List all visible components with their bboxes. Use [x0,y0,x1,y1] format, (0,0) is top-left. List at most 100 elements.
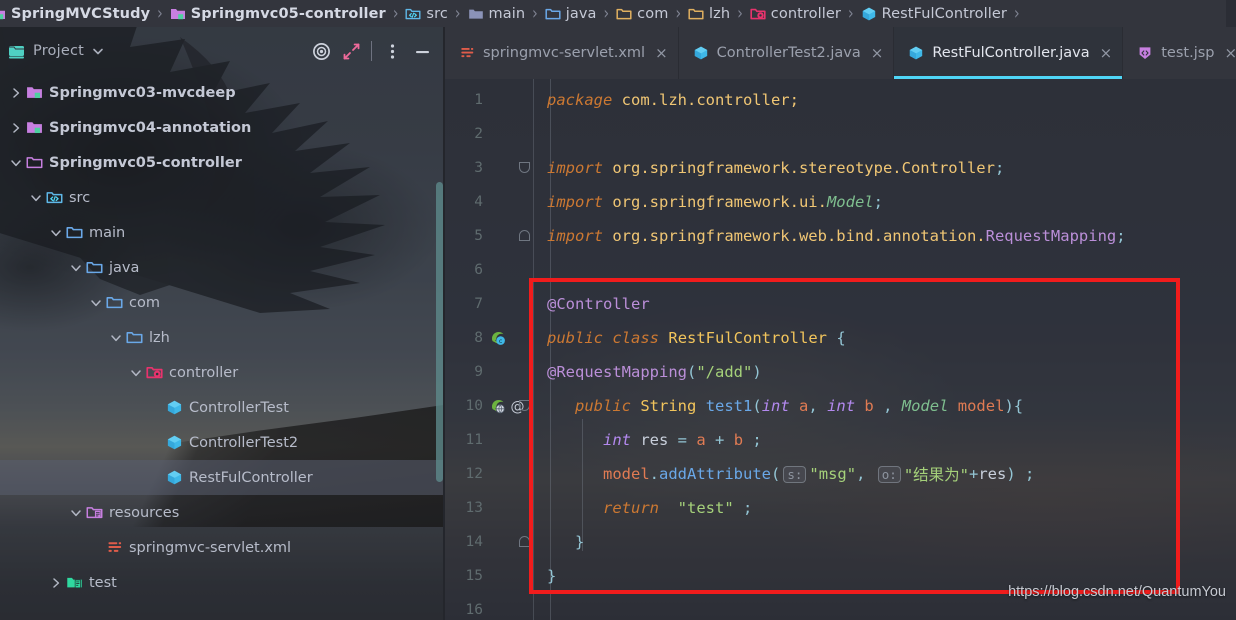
tree-item-src[interactable]: src [0,180,445,215]
code-editor[interactable]: 1 2 3 4 5 6 7 8 c 9 10 @11 12 13 14 15 16 package com.lz… [445,79,1236,620]
project-tree[interactable]: Springmvc03-mvcdeep Springmvc04-annotatio… [0,75,445,600]
chevron-right-icon[interactable] [9,86,23,100]
tree-toggle[interactable] [8,85,24,101]
tree-item-restfulcontroller[interactable]: RestFulController [0,460,445,495]
editor-tab-springmvc-servlet-xml[interactable]: springmvc-servlet.xml × [445,27,679,79]
tree-item-java[interactable]: java [0,250,445,285]
tree-item-resources[interactable]: resources [0,495,445,530]
tree-item-controller[interactable]: controller [0,355,445,390]
chevron-down-icon[interactable] [29,191,43,205]
code-token: String [640,397,697,415]
tree-item-lzh[interactable]: lzh [0,320,445,355]
tree-toggle[interactable] [48,575,64,591]
breadcrumb-item-main[interactable]: main [468,0,526,27]
code-line[interactable]: public class RestFulController { [547,321,846,355]
breadcrumb-item-lzh[interactable]: lzh [688,0,730,27]
tree-item-springmvc04-annotation[interactable]: Springmvc04-annotation [0,110,445,145]
tree-item-main[interactable]: main [0,215,445,250]
line-number: 4 [474,194,483,210]
project-tree-scrollbar[interactable] [436,182,443,482]
hide-panel-icon[interactable] [407,36,437,66]
code-line[interactable]: return "test" ; [603,491,752,525]
module-icon [27,122,42,134]
gutter-line[interactable]: 4 [445,185,533,219]
tree-item-controllertest2[interactable]: ControllerTest2 [0,425,445,460]
gutter-line[interactable]: 6 [445,253,533,287]
gutter-line[interactable]: 9 [445,355,533,389]
code-line[interactable]: } [547,559,556,593]
code-line[interactable]: import org.springframework.ui. Model; [547,185,883,219]
tree-toggle[interactable] [88,295,104,311]
breadcrumb-item-java[interactable]: java [545,0,597,27]
tree-item-test[interactable]: test [0,565,445,600]
code-line[interactable]: public String test1(int a, int b , Model… [575,389,1023,423]
tree-toggle[interactable] [28,190,44,206]
close-icon[interactable]: × [1098,45,1113,61]
code-line[interactable]: import org.springframework.stereotype. Co… [547,151,1004,185]
tree-toggle[interactable] [68,260,84,276]
breadcrumb-item-src[interactable]: src [405,0,448,27]
collapse-all-icon[interactable] [336,36,366,66]
breadcrumb-item-restfulcontroller[interactable]: RestFulController [861,0,1007,27]
tree-toggle[interactable] [8,120,24,136]
chevron-down-icon[interactable] [91,44,105,58]
tree-item-com[interactable]: com [0,285,445,320]
code-fold-marker[interactable] [519,162,530,173]
editor-tab-restfulcontroller-java[interactable]: RestFulController.java × [894,27,1124,79]
breadcrumb-item-springmvc05-controller[interactable]: Springmvc05-controller [170,0,386,27]
tree-toggle[interactable] [68,505,84,521]
chevron-down-icon[interactable] [9,156,23,170]
editor-tab-controllertest2-java[interactable]: ControllerTest2.java × [679,27,895,79]
breadcrumb-separator: › [737,3,743,24]
chevron-down-icon[interactable] [69,261,83,275]
tree-toggle[interactable] [128,365,144,381]
code-line[interactable]: int res = a + b ; [603,423,762,457]
code-fold-marker[interactable] [519,536,530,547]
code-line[interactable]: package com.lzh.controller; [547,83,799,117]
code-fold-marker[interactable] [519,230,530,241]
gutter-line[interactable]: 2 [445,117,533,151]
code-token: org.springframework.stereotype. [603,159,902,177]
chevron-right-icon[interactable] [49,576,63,590]
gutter-line[interactable]: 12 [445,457,533,491]
tree-item-controllertest[interactable]: ControllerTest [0,390,445,425]
gutter-icon-group[interactable]: c [489,330,506,347]
project-panel-title-button[interactable]: Project [0,43,105,60]
tree-item-springmvc05-controller[interactable]: Springmvc05-controller [0,145,445,180]
tree-item-springmvc-servlet-xml[interactable]: springmvc-servlet.xml [0,530,445,565]
close-icon[interactable]: × [653,45,668,61]
gutter-line[interactable]: 11 [445,423,533,457]
code-line[interactable]: } [575,525,584,559]
gutter-line[interactable]: 1 [445,83,533,117]
tree-item-springmvc03-mvcdeep[interactable]: Springmvc03-mvcdeep [0,75,445,110]
chevron-down-icon[interactable] [89,296,103,310]
chevron-down-icon[interactable] [129,366,143,380]
chevron-right-icon[interactable] [9,121,23,135]
chevron-down-icon[interactable] [109,331,123,345]
chevron-down-icon[interactable] [69,506,83,520]
tree-toggle[interactable] [8,155,24,171]
chevron-down-icon[interactable] [49,226,63,240]
breadcrumb-item-controller[interactable]: controller [750,0,841,27]
code-line[interactable]: @Controller [547,287,650,321]
no-arrow-spacer [89,541,103,555]
editor-tab-test-jsp[interactable]: test.jsp × [1123,27,1236,79]
tree-toggle[interactable] [48,225,64,241]
locate-in-tree-icon[interactable] [306,36,336,66]
close-icon[interactable]: × [869,45,884,61]
close-icon[interactable]: × [1222,45,1236,61]
code-line[interactable]: model. addAttribute(s: "msg", o: "结果为" + res)… [603,457,1034,491]
code-line[interactable]: @RequestMapping("/add") [547,355,762,389]
gutter-line[interactable]: 16 [445,593,533,620]
gutter-line[interactable]: 7 [445,287,533,321]
tree-toggle[interactable] [108,330,124,346]
gutter-line[interactable]: 13 [445,491,533,525]
breadcrumb-item-com[interactable]: com [616,0,668,27]
gutter-line[interactable]: 8c [445,321,533,355]
gutter-line[interactable]: 15 [445,559,533,593]
code-fold-marker[interactable] [519,400,530,411]
more-options-icon[interactable] [377,36,407,66]
code-line[interactable]: import org.springframework.web.bind.anno… [547,219,1126,253]
code-content[interactable]: package com.lzh.controller; import org.sp… [519,79,1236,620]
breadcrumb-item-springmvcstudy[interactable]: SpringMVCStudy [0,0,150,27]
